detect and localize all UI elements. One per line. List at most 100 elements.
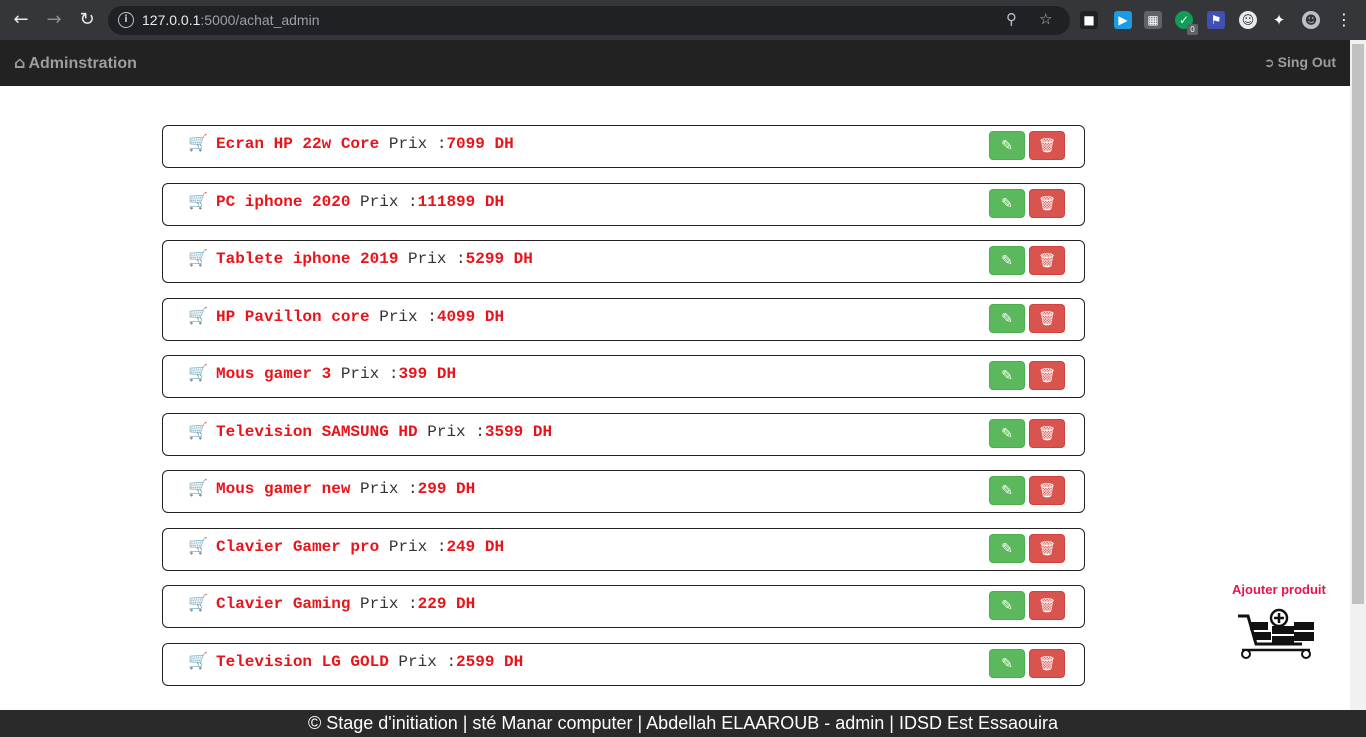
trash-icon: 🗑 — [1038, 655, 1056, 672]
delete-button[interactable]: 🗑 — [1029, 476, 1065, 505]
bookmark-star-icon[interactable]: ☆ — [1039, 10, 1052, 28]
add-product-label[interactable]: Ajouter produit — [1232, 582, 1326, 597]
delete-button[interactable]: 🗑 — [1029, 246, 1065, 275]
pencil-icon: ✎ — [1001, 195, 1013, 212]
edit-button[interactable]: ✎ — [989, 533, 1025, 563]
delete-button[interactable]: 🗑 — [1029, 418, 1065, 448]
product-row: 🛒 Tablete iphone 2019 Prix :5299 DH ✎ 🗑 — [162, 240, 1085, 283]
extension-cube-icon[interactable]: ■ — [1080, 11, 1098, 29]
product-row: 🛒 Ecran HP 22w Core Prix :7099 DH ✎ 🗑 — [162, 125, 1085, 168]
product-name: Mous gamer 3 — [216, 365, 332, 383]
shopping-cart-icon: 🛒 — [188, 478, 208, 497]
price-label: Prix : — [379, 537, 447, 556]
pencil-icon: ✎ — [1001, 138, 1013, 154]
product-row: 🛒 Television LG GOLD Prix :2599 DH ✎ 🗑 — [162, 642, 1085, 686]
extension-grid-icon[interactable]: ▦ — [1144, 11, 1162, 29]
back-arrow-icon[interactable]: ← — [9, 8, 33, 32]
app-navbar: ⌂ Adminstration ➲ Sing Out — [0, 40, 1350, 86]
product-price: 7099 DH — [446, 135, 514, 153]
edit-button[interactable]: ✎ — [989, 418, 1025, 448]
extension-badge: 0 — [1187, 24, 1198, 35]
pencil-icon: ✎ — [1001, 368, 1013, 384]
delete-button[interactable]: 🗑 — [1029, 361, 1065, 390]
site-info-icon[interactable]: i — [118, 12, 134, 28]
edit-button[interactable]: ✎ — [989, 476, 1025, 505]
product-row: 🛒 HP Pavillon core Prix :4099 DH ✎ 🗑 — [162, 297, 1085, 341]
brand-link[interactable]: ⌂ Adminstration — [14, 53, 137, 73]
delete-button[interactable]: 🗑 — [1029, 648, 1065, 678]
pencil-icon: ✎ — [1001, 598, 1013, 614]
delete-button[interactable]: 🗑 — [1029, 188, 1065, 218]
extensions-puzzle-icon[interactable]: ✦ — [1270, 11, 1288, 29]
price-label: Prix : — [331, 365, 399, 383]
edit-button[interactable]: ✎ — [989, 303, 1025, 333]
extension-translate-icon[interactable]: ⚑ — [1207, 11, 1225, 29]
sign-out-label: Sing Out — [1277, 54, 1336, 70]
price-label: Prix : — [369, 307, 437, 326]
brand-label: Adminstration — [28, 55, 137, 72]
product-line: Ecran HP 22w Core Prix :7099 DH — [216, 135, 514, 153]
edit-button[interactable]: ✎ — [989, 131, 1025, 160]
pencil-icon: ✎ — [1001, 253, 1013, 269]
trash-icon: 🗑 — [1038, 195, 1056, 212]
reload-icon[interactable]: ↻ — [75, 8, 99, 32]
product-name: Television LG GOLD — [216, 652, 389, 671]
product-name: HP Pavillon core — [216, 307, 370, 326]
trash-icon: 🗑 — [1038, 253, 1056, 269]
product-price: 399 DH — [398, 365, 457, 383]
product-price: 249 DH — [446, 537, 505, 556]
shopping-cart-icon: 🛒 — [188, 305, 208, 325]
delete-button[interactable]: 🗑 — [1029, 591, 1065, 620]
product-list: 🛒 Ecran HP 22w Core Prix :7099 DH ✎ 🗑 🛒 PC ip… — [162, 125, 1085, 700]
price-label: Prix : — [350, 595, 418, 613]
sign-out-link[interactable]: ➲ Sing Out — [1264, 54, 1336, 71]
pencil-icon: ✎ — [1001, 310, 1013, 327]
zoom-icon[interactable]: ⚲ — [1006, 10, 1017, 28]
pencil-icon: ✎ — [1001, 655, 1013, 672]
address-bar[interactable]: i 127.0.0.1:5000/achat_admin ⚲ ☆ — [108, 6, 1070, 35]
product-name: Tablete iphone 2019 — [216, 250, 399, 268]
product-name: Television SAMSUNG HD — [216, 422, 418, 441]
product-line: Television LG GOLD Prix :2599 DH — [216, 653, 523, 671]
product-row: 🛒 Clavier Gaming Prix :229 DH ✎ 🗑 — [162, 585, 1085, 628]
edit-button[interactable]: ✎ — [989, 648, 1025, 678]
product-line: Mous gamer new Prix :299 DH — [216, 480, 475, 498]
product-name: Mous gamer new — [216, 480, 351, 498]
trash-icon: 🗑 — [1038, 598, 1056, 614]
shopping-cart-icon: 🛒 — [188, 363, 208, 382]
product-row: 🛒 Clavier Gamer pro Prix :249 DH ✎ 🗑 — [162, 527, 1085, 571]
browser-toolbar: ← → ↻ i 127.0.0.1:5000/achat_admin ⚲ ☆ ■… — [0, 0, 1366, 40]
cart-add-icon[interactable] — [1236, 608, 1318, 660]
product-line: HP Pavillon core Prix :4099 DH — [216, 308, 504, 326]
shopping-cart-icon: 🛒 — [188, 248, 208, 267]
product-price: 111899 DH — [417, 192, 505, 211]
price-label: Prix : — [417, 422, 485, 441]
extension-face-icon[interactable]: ☺ — [1239, 11, 1257, 29]
delete-button[interactable]: 🗑 — [1029, 303, 1065, 333]
price-label: Prix : — [350, 480, 418, 498]
delete-button[interactable]: 🗑 — [1029, 131, 1065, 160]
price-label: Prix : — [398, 250, 466, 268]
product-row: 🛒 Television SAMSUNG HD Prix :3599 DH ✎ 🗑 — [162, 412, 1085, 456]
price-label: Prix : — [388, 652, 457, 671]
shopping-cart-icon: 🛒 — [188, 420, 208, 440]
product-name: Clavier Gaming — [216, 595, 351, 613]
product-name: PC iphone 2020 — [216, 192, 351, 211]
extension-screen-icon[interactable]: ▶ — [1114, 11, 1132, 29]
edit-button[interactable]: ✎ — [989, 246, 1025, 275]
edit-button[interactable]: ✎ — [989, 591, 1025, 620]
price-label: Prix : — [379, 135, 447, 153]
edit-button[interactable]: ✎ — [989, 188, 1025, 218]
pencil-icon: ✎ — [1001, 483, 1013, 499]
forward-arrow-icon[interactable]: → — [42, 8, 66, 32]
product-line: Television SAMSUNG HD Prix :3599 DH — [216, 423, 552, 441]
product-name: Clavier Gamer pro — [216, 537, 380, 556]
edit-button[interactable]: ✎ — [989, 361, 1025, 390]
browser-menu-icon[interactable]: ⋮ — [1335, 11, 1353, 29]
profile-avatar-icon[interactable]: ☻ — [1302, 11, 1320, 29]
product-row: 🛒 Mous gamer 3 Prix :399 DH ✎ 🗑 — [162, 355, 1085, 398]
trash-icon: 🗑 — [1038, 138, 1056, 154]
scrollbar-thumb[interactable] — [1352, 44, 1364, 604]
product-price: 3599 DH — [484, 422, 553, 441]
delete-button[interactable]: 🗑 — [1029, 533, 1065, 563]
